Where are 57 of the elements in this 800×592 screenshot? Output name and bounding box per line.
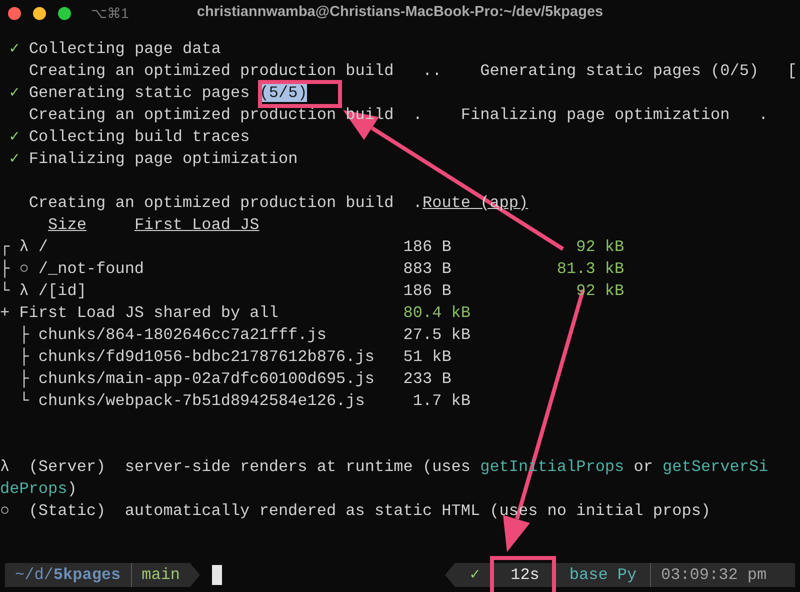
output-text: Generating static pages (28, 84, 250, 102)
output-text: Collecting build traces (28, 128, 250, 146)
output-text: ├ ○ /_not-found (0, 260, 144, 278)
output-text: . (758, 106, 768, 124)
output-text: λ (Server) server-side renders at runtime (uses (0, 458, 470, 476)
branch-segment: main (132, 563, 190, 587)
output-text: ) (67, 480, 77, 498)
check-mark: ✓ (10, 84, 20, 102)
output-text: . (412, 194, 422, 212)
highlight-frame (490, 556, 556, 592)
output-text: Finalizing page optimization (28, 150, 298, 168)
size-value: 80.4 kB (403, 304, 470, 322)
output-text: └ λ /[id] (0, 282, 86, 300)
output-text: └ chunks/webpack-7b51d8942584e126.js (19, 392, 365, 410)
check-mark: ✓ (10, 40, 20, 58)
output-text: ├ chunks/main-app-02a7dfc60100d695.js (19, 370, 374, 388)
output-text: Creating an optimized production build (28, 194, 394, 212)
output-text: 233 B (403, 370, 452, 388)
close-button[interactable] (8, 6, 21, 20)
column-heading: First Load JS (134, 216, 260, 234)
output-text: ├ chunks/fd9d1056-bdbc21787612b876.js (19, 348, 374, 366)
selected-text: (5/5) (259, 84, 308, 102)
check-mark: ✓ (10, 128, 20, 146)
output-text: Collecting page data (28, 40, 221, 58)
output-text: or (634, 458, 653, 476)
path-segment: ~/d/5kpages (5, 563, 132, 587)
output-text: Finalizing page optimization (460, 106, 730, 124)
output-text: [ (787, 62, 797, 80)
output-text: . (412, 106, 422, 124)
check-mark: ✓ (10, 150, 20, 168)
size-value: 92 kB (576, 282, 624, 300)
output-text: 186 B (403, 238, 452, 256)
output-text: 51 kB (403, 348, 452, 366)
text-cursor (212, 565, 222, 585)
function-name: getServerSi (662, 458, 768, 476)
output-text: ┌ λ / (0, 238, 48, 256)
output-text: Creating an optimized production build (28, 62, 394, 80)
zoom-button[interactable] (58, 6, 71, 20)
output-text: 1.7 kB (412, 392, 470, 410)
column-heading: Size (48, 216, 86, 234)
output-text: 186 B (403, 282, 452, 300)
output-text: 883 B (403, 260, 452, 278)
clock-segment: 03:09:32 pm (650, 563, 795, 587)
size-value: 81.3 kB (556, 260, 624, 278)
tab-shortcut: ⌥⌘1 (91, 4, 129, 22)
function-name: deProps (0, 480, 68, 498)
output-text: ├ chunks/864-1802646cc7a21fff.js (19, 326, 326, 344)
output-text: 27.5 kB (403, 326, 470, 344)
environment-segment: base Py (555, 563, 650, 587)
output-text: .. (422, 62, 442, 80)
duration-segment: 12s (495, 563, 555, 587)
exit-status: ✓ (455, 563, 495, 587)
output-text: Generating static pages (0/5) (480, 62, 759, 80)
minimize-button[interactable] (33, 6, 46, 20)
output-text: + First Load JS shared by all (0, 304, 278, 322)
size-value: 92 kB (576, 238, 624, 256)
window-title: christiannwamba@Christians-MacBook-Pro:~/dev/5kpages (196, 3, 604, 22)
